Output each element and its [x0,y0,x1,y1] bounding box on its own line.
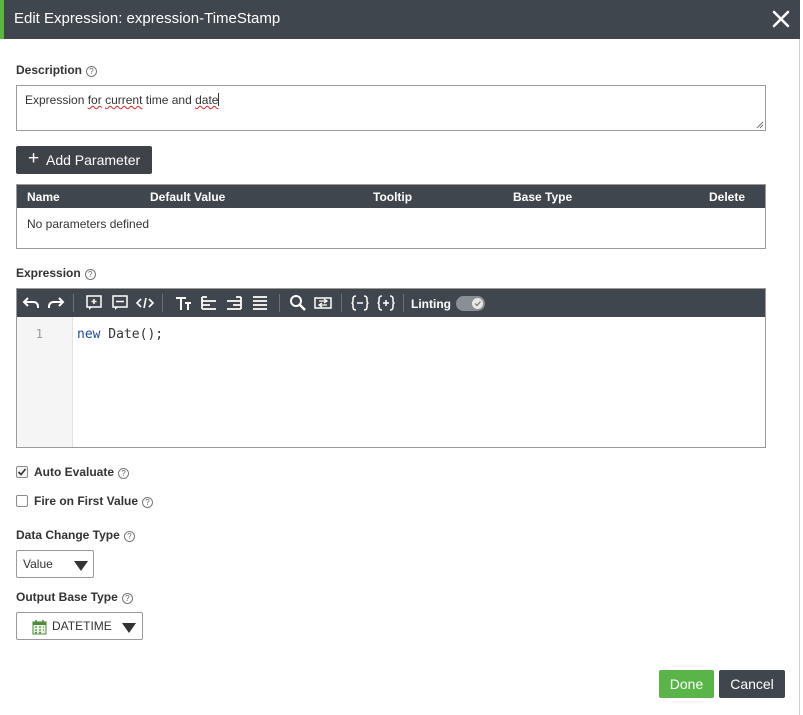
parameters-table: Name Default Value Tooltip Base Type Del… [16,184,766,249]
toolbar-divider [279,294,280,312]
align-left-icon[interactable] [200,294,218,312]
description-text-2: for [87,93,102,107]
text-format-icon[interactable] [174,294,192,312]
check-icon [474,301,481,307]
column-header-base-type: Base Type [513,190,573,204]
replace-icon[interactable] [314,294,332,312]
auto-evaluate-text: Auto Evaluate [34,465,115,479]
description-textarea[interactable]: Expression for current time and date [16,85,766,131]
editor-toolbar: Linting [17,289,765,317]
text-cursor [218,93,220,106]
output-base-type-text: Output Base Type [16,590,118,604]
justify-icon[interactable] [251,294,269,312]
description-text-4: current [105,93,143,107]
cancel-button[interactable]: Cancel [719,670,785,698]
help-icon[interactable]: ? [118,468,130,479]
dialog-titlebar: Edit Expression: expression-TimeStamp [0,0,800,39]
code-editor[interactable]: Linting 1 new Date(); [16,288,766,448]
description-text-5: time and [142,93,196,107]
line-number: 1 [35,327,43,341]
data-change-type-select[interactable]: Value [16,550,94,578]
column-header-delete: Delete [709,190,746,204]
data-change-type-label: Data Change Type? [16,528,135,542]
code-text: Date(); [100,327,164,342]
auto-evaluate-label: Auto Evaluate? [34,465,130,479]
help-icon[interactable]: ? [121,593,133,604]
braces-plus-icon[interactable] [377,294,395,312]
description-label: Description? [16,63,98,77]
chevron-down-icon [122,623,136,633]
chevron-down-icon [74,561,88,571]
toolbar-divider [403,294,404,312]
description-text-6: date [195,93,219,107]
help-icon[interactable]: ? [142,497,154,508]
fire-first-value-checkbox[interactable] [16,495,28,507]
description-label-text: Description [16,63,83,77]
checkmark-icon [17,468,27,476]
expression-label: Expression? [16,266,96,280]
data-change-type-text: Data Change Type [16,528,120,542]
column-header-name: Name [27,190,60,204]
insert-snippet-icon[interactable] [85,294,103,312]
toolbar-divider [73,294,74,312]
toolbar-divider [341,294,342,312]
done-label: Done [669,676,704,692]
linting-label: Linting [411,297,451,311]
resize-grip-icon[interactable] [756,121,764,129]
done-button[interactable]: Done [659,670,714,698]
fire-first-value-text: Fire on First Value [34,494,139,508]
toggle-knob [472,298,483,309]
search-icon[interactable] [289,294,307,312]
parameters-table-header: Name Default Value Tooltip Base Type Del… [17,185,765,208]
empty-table-message: No parameters defined [27,217,150,231]
fire-first-value-label: Fire on First Value? [34,494,154,508]
column-header-default-value: Default Value [150,190,226,204]
align-right-icon[interactable] [225,294,243,312]
code-line[interactable]: new Date(); [77,327,163,342]
linting-toggle[interactable] [456,296,485,311]
help-icon[interactable]: ? [123,531,135,542]
description-text-1: Expression [25,93,88,107]
line-number-gutter: 1 [17,317,73,447]
output-base-type-value: DATETIME [52,619,112,633]
cancel-label: Cancel [730,676,774,692]
output-base-type-label: Output Base Type? [16,590,133,604]
insert-comment-icon[interactable] [111,294,129,312]
auto-evaluate-checkbox[interactable] [16,466,28,478]
plus-icon: + [28,148,40,169]
help-icon[interactable]: ? [86,66,98,77]
close-icon[interactable] [770,8,792,30]
expression-label-text: Expression [16,266,81,280]
output-base-type-select[interactable]: DATETIME [16,612,143,640]
braces-icon[interactable] [351,294,369,312]
dialog-title: Edit Expression: expression-TimeStamp [14,10,281,27]
data-change-type-value: Value [23,557,53,571]
toolbar-divider [162,294,163,312]
add-parameter-label: Add Parameter [46,152,141,168]
calendar-icon [32,620,47,635]
add-parameter-button[interactable]: + Add Parameter [16,146,152,174]
code-keyword: new [77,327,101,342]
help-icon[interactable]: ? [84,269,96,280]
edit-expression-dialog: Edit Expression: expression-TimeStamp De… [0,0,800,715]
code-icon[interactable] [136,294,154,312]
undo-icon[interactable] [22,294,40,312]
redo-icon[interactable] [47,294,65,312]
column-header-tooltip: Tooltip [373,190,413,204]
